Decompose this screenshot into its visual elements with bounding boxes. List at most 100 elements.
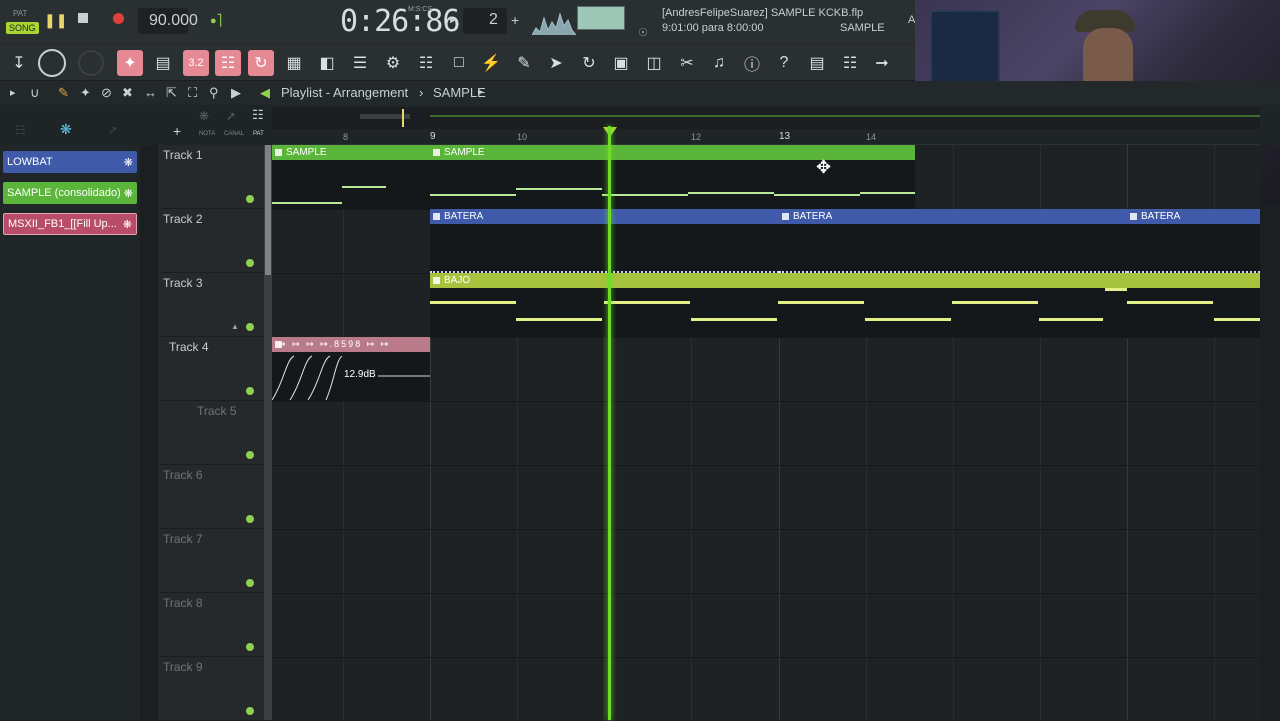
track-scrollbar[interactable] — [264, 145, 272, 720]
playlist-icon[interactable]: ▦ — [281, 50, 307, 76]
sliders-icon[interactable]: ⚙ — [380, 50, 406, 76]
timeline-ruler[interactable]: 8 9 10 12 13 14 — [272, 129, 1260, 145]
playlist-grid[interactable]: SAMPLE SAMPLE BATERA BATERA BATERA BAJO — [272, 145, 1260, 720]
metronome-icon[interactable]: ●⎤ — [210, 14, 222, 27]
snap-magnet-icon[interactable]: ✦ — [117, 50, 143, 76]
info-icon[interactable]: ⓘ — [739, 50, 765, 76]
pat-label: PAT — [253, 131, 264, 137]
record-button[interactable] — [113, 13, 124, 24]
picker-item[interactable]: MSXII_FB1_[[Fill Up... ❋ — [3, 213, 137, 235]
master-volume-knob[interactable] — [38, 49, 66, 77]
window-icon[interactable]: ▤ — [804, 50, 830, 76]
select-tool-icon[interactable]: ⇱ — [166, 85, 177, 101]
pattern-clip[interactable]: BAJO — [430, 273, 1260, 337]
pencil-icon[interactable]: ✎ — [511, 50, 537, 76]
filter-pattern-icon[interactable]: ☷ — [252, 107, 264, 123]
browser-icon[interactable]: ☷ — [413, 50, 439, 76]
pat-mode-label[interactable]: PAT — [13, 9, 27, 18]
mute-tool-icon[interactable]: ✖ — [122, 85, 133, 101]
track-mute-led[interactable] — [246, 323, 254, 331]
arrow-right-icon[interactable]: ➞ — [869, 50, 895, 76]
track-mute-led[interactable] — [246, 195, 254, 203]
playlist-speaker-icon[interactable]: ◀ — [260, 85, 270, 101]
ruler-mark: 14 — [866, 132, 877, 142]
pattern-clip[interactable]: BATERA — [1127, 209, 1260, 273]
mixer-icon[interactable]: ☰ — [347, 50, 373, 76]
loop-record-icon[interactable]: ↻ — [248, 50, 274, 76]
breadcrumb-arrow-icon[interactable]: ▸ — [478, 85, 484, 98]
song-time-display[interactable]: 0:26:86 — [340, 4, 460, 39]
recorder-icon[interactable]: ◫ — [641, 50, 667, 76]
track-mute-led[interactable] — [246, 643, 254, 651]
track-header[interactable]: Track 7 — [158, 529, 264, 593]
play-arrow-icon[interactable]: ▸ — [10, 86, 16, 99]
file-icon[interactable]: □ — [446, 50, 472, 76]
slip-tool-icon[interactable]: ↔ — [144, 85, 157, 100]
track-mute-led[interactable] — [246, 579, 254, 587]
piano-icon[interactable]: ☷ — [15, 123, 26, 137]
filter-automation-icon[interactable]: ➚ — [226, 109, 236, 123]
track-header[interactable]: Track 9 — [158, 657, 264, 721]
zoom-select-icon[interactable]: ⛶ — [188, 85, 197, 101]
draw-tool-icon[interactable]: ✎ — [58, 85, 69, 101]
playback-icon[interactable]: ▶ — [231, 85, 241, 101]
pattern-clip[interactable]: BATERA — [430, 209, 779, 273]
help-icon[interactable]: ? — [771, 50, 797, 76]
pattern-icon: ❋ — [123, 156, 133, 169]
track-header[interactable]: Track 3 ▲ — [158, 273, 264, 337]
track-mute-led[interactable] — [246, 707, 254, 715]
track-mute-led[interactable] — [246, 387, 254, 395]
tempo-display[interactable]: 90.000 — [149, 12, 198, 30]
filter-audio-icon[interactable]: ❋ — [199, 109, 209, 123]
picker-item[interactable]: LOWBAT ❋ — [3, 151, 137, 173]
automation-clip[interactable]: ↦ ↦ ↦ ↦.8598 ↦ ↦ 12.9dB — [272, 337, 430, 403]
clip-label: BATERA — [779, 209, 1127, 224]
piano-keys-icon[interactable]: ☷ — [215, 50, 241, 76]
track-mute-led[interactable] — [246, 515, 254, 523]
track-header[interactable]: Track 4 — [158, 337, 264, 401]
project-title: [AndresFelipeSuarez] SAMPLE KCKB.flp — [662, 7, 864, 19]
rendering-icon[interactable]: ➤ — [543, 50, 569, 76]
save-icon[interactable]: ▣ — [608, 50, 634, 76]
track-mute-led[interactable] — [246, 259, 254, 267]
channel-rack-icon[interactable]: ◧ — [314, 50, 340, 76]
midi-keyboard-icon[interactable]: ☷ — [837, 50, 863, 76]
magnet-icon[interactable]: ∪ — [30, 85, 40, 101]
overview-scrollbar[interactable] — [272, 107, 1260, 129]
plugin-icon[interactable]: ⚡ — [478, 50, 504, 76]
add-track-button[interactable]: + — [173, 123, 181, 139]
track-header[interactable]: Track 8 — [158, 593, 264, 657]
track-header[interactable]: Track 2 — [158, 209, 264, 273]
pattern-number[interactable]: 2 — [489, 11, 498, 29]
pattern-icon: ❋ — [122, 218, 132, 231]
track-header[interactable]: Track 5 — [158, 401, 264, 465]
playhead[interactable] — [608, 126, 611, 720]
track-header[interactable]: Track 1 — [158, 145, 264, 209]
paint-tool-icon[interactable]: ✦ — [80, 85, 91, 101]
pattern-clip[interactable]: SAMPLE — [272, 145, 430, 209]
zoom-icon[interactable]: ⚲ — [209, 85, 219, 101]
pattern-clip[interactable]: SAMPLE — [430, 145, 915, 209]
master-pitch-knob[interactable] — [78, 50, 104, 76]
pause-button[interactable]: ❚❚ — [44, 12, 67, 29]
cpu-meter — [577, 6, 625, 30]
picker-item[interactable]: SAMPLE (consolidado) ❋ — [3, 182, 137, 204]
stop-button[interactable] — [78, 13, 88, 23]
delete-tool-icon[interactable]: ⊘ — [101, 85, 112, 101]
pattern-clip[interactable]: BATERA — [779, 209, 1127, 273]
track-header[interactable]: Track 6 — [158, 465, 264, 529]
cut-icon[interactable]: ✂ — [674, 50, 700, 76]
step-edit-icon[interactable]: 3.2 — [183, 50, 209, 76]
audio-icon[interactable]: ❋ — [60, 121, 72, 138]
refresh-icon[interactable]: ↻ — [576, 50, 602, 76]
track-name: Track 4 — [169, 340, 209, 354]
typing-keyboard-icon[interactable]: ▤ — [150, 50, 176, 76]
microphone-icon[interactable]: ♫ — [706, 50, 732, 76]
play-icon[interactable]: ▶ — [450, 14, 457, 25]
add-pattern-button[interactable]: + — [511, 12, 519, 28]
track-mute-led[interactable] — [246, 451, 254, 459]
download-icon[interactable]: ↧ — [6, 50, 32, 76]
automation-icon[interactable]: ➚ — [108, 123, 118, 137]
song-mode-button[interactable]: SONG — [6, 22, 39, 34]
collapse-icon[interactable]: ▲ — [231, 322, 239, 331]
